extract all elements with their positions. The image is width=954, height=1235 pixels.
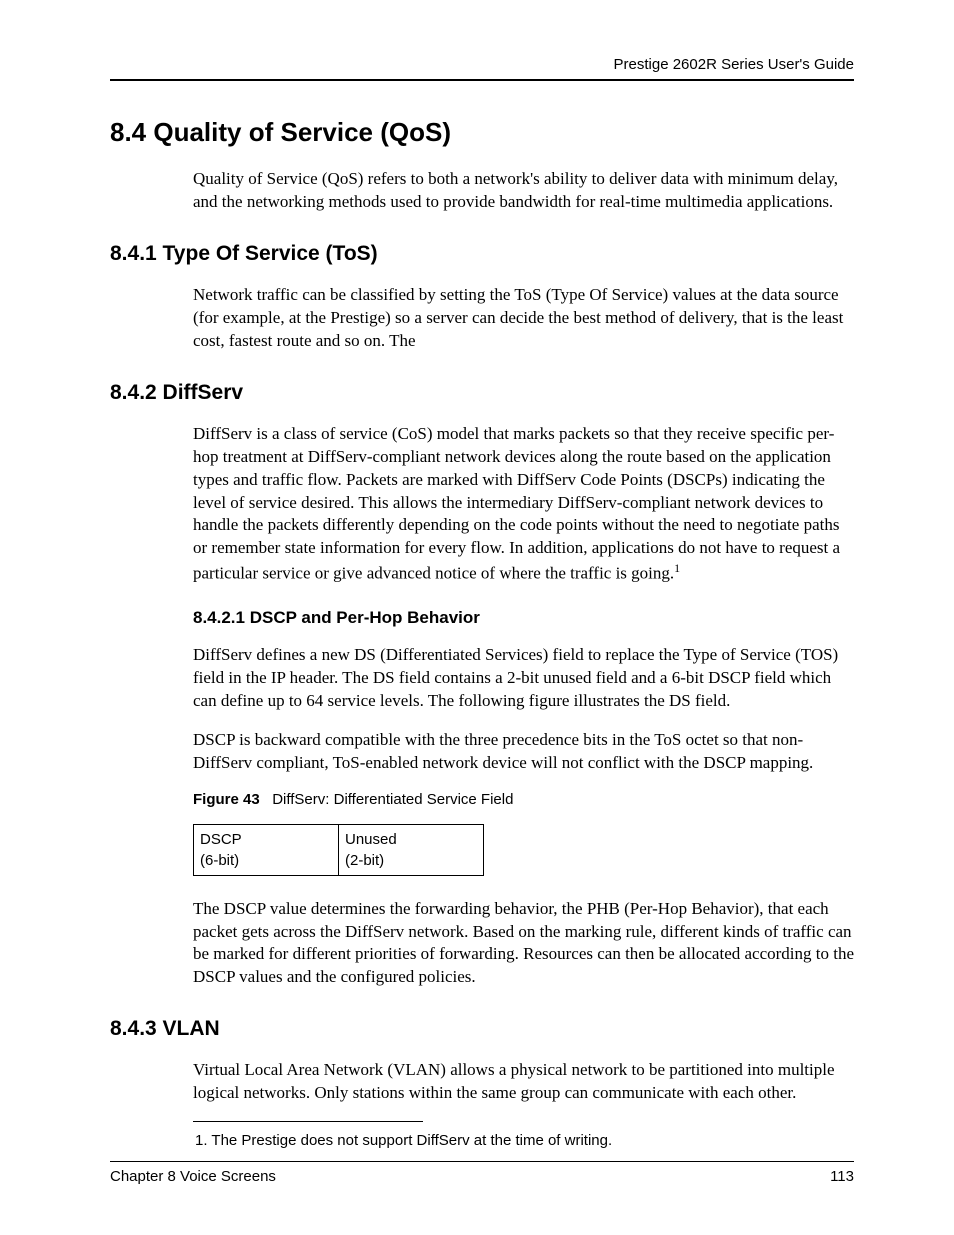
cell-text: Unused bbox=[345, 831, 397, 848]
intro-8-4: Quality of Service (QoS) refers to both … bbox=[110, 168, 854, 214]
ds-table-cell-dscp: DSCP (6-bit) bbox=[194, 824, 339, 875]
footnote-1: 1. The Prestige does not support DiffSer… bbox=[110, 1132, 854, 1149]
para2-8-4-2-1: DSCP is backward compatible with the thr… bbox=[110, 729, 854, 775]
cell-text: (2-bit) bbox=[345, 852, 384, 869]
heading-8-4-2: 8.4.2 DiffServ bbox=[110, 381, 854, 405]
table-row: DSCP (6-bit) Unused (2-bit) bbox=[194, 824, 484, 875]
footer-chapter: Chapter 8 Voice Screens bbox=[110, 1168, 276, 1185]
figure-43-label: Figure 43 bbox=[193, 791, 260, 808]
header-guide-title: Prestige 2602R Series User's Guide bbox=[110, 56, 854, 81]
footnote-separator bbox=[193, 1121, 423, 1122]
footer-page-number: 113 bbox=[830, 1168, 854, 1185]
heading-8-4-3: 8.4.3 VLAN bbox=[110, 1017, 854, 1041]
body-8-4-3: Virtual Local Area Network (VLAN) allows… bbox=[110, 1059, 854, 1105]
para3-8-4-2-1: The DSCP value determines the forwarding… bbox=[110, 898, 854, 990]
body-8-4-2: DiffServ is a class of service (CoS) mod… bbox=[110, 423, 854, 586]
footnote-ref-1: 1 bbox=[674, 561, 680, 575]
ds-field-table: DSCP (6-bit) Unused (2-bit) bbox=[193, 824, 484, 876]
para1-8-4-2-1: DiffServ defines a new DS (Differentiate… bbox=[110, 644, 854, 713]
heading-8-4: 8.4 Quality of Service (QoS) bbox=[110, 117, 854, 148]
page-footer: Chapter 8 Voice Screens 113 bbox=[110, 1161, 854, 1185]
body-8-4-1: Network traffic can be classified by set… bbox=[110, 284, 854, 353]
cell-text: DSCP bbox=[200, 831, 242, 848]
figure-43-caption: Figure 43 DiffServ: Differentiated Servi… bbox=[110, 791, 854, 808]
heading-8-4-2-1: 8.4.2.1 DSCP and Per-Hop Behavior bbox=[110, 608, 854, 628]
ds-table-cell-unused: Unused (2-bit) bbox=[339, 824, 484, 875]
cell-text: (6-bit) bbox=[200, 852, 239, 869]
figure-43-title: DiffServ: Differentiated Service Field bbox=[272, 791, 513, 808]
heading-8-4-1: 8.4.1 Type Of Service (ToS) bbox=[110, 242, 854, 266]
body-8-4-2-text: DiffServ is a class of service (CoS) mod… bbox=[193, 424, 840, 583]
